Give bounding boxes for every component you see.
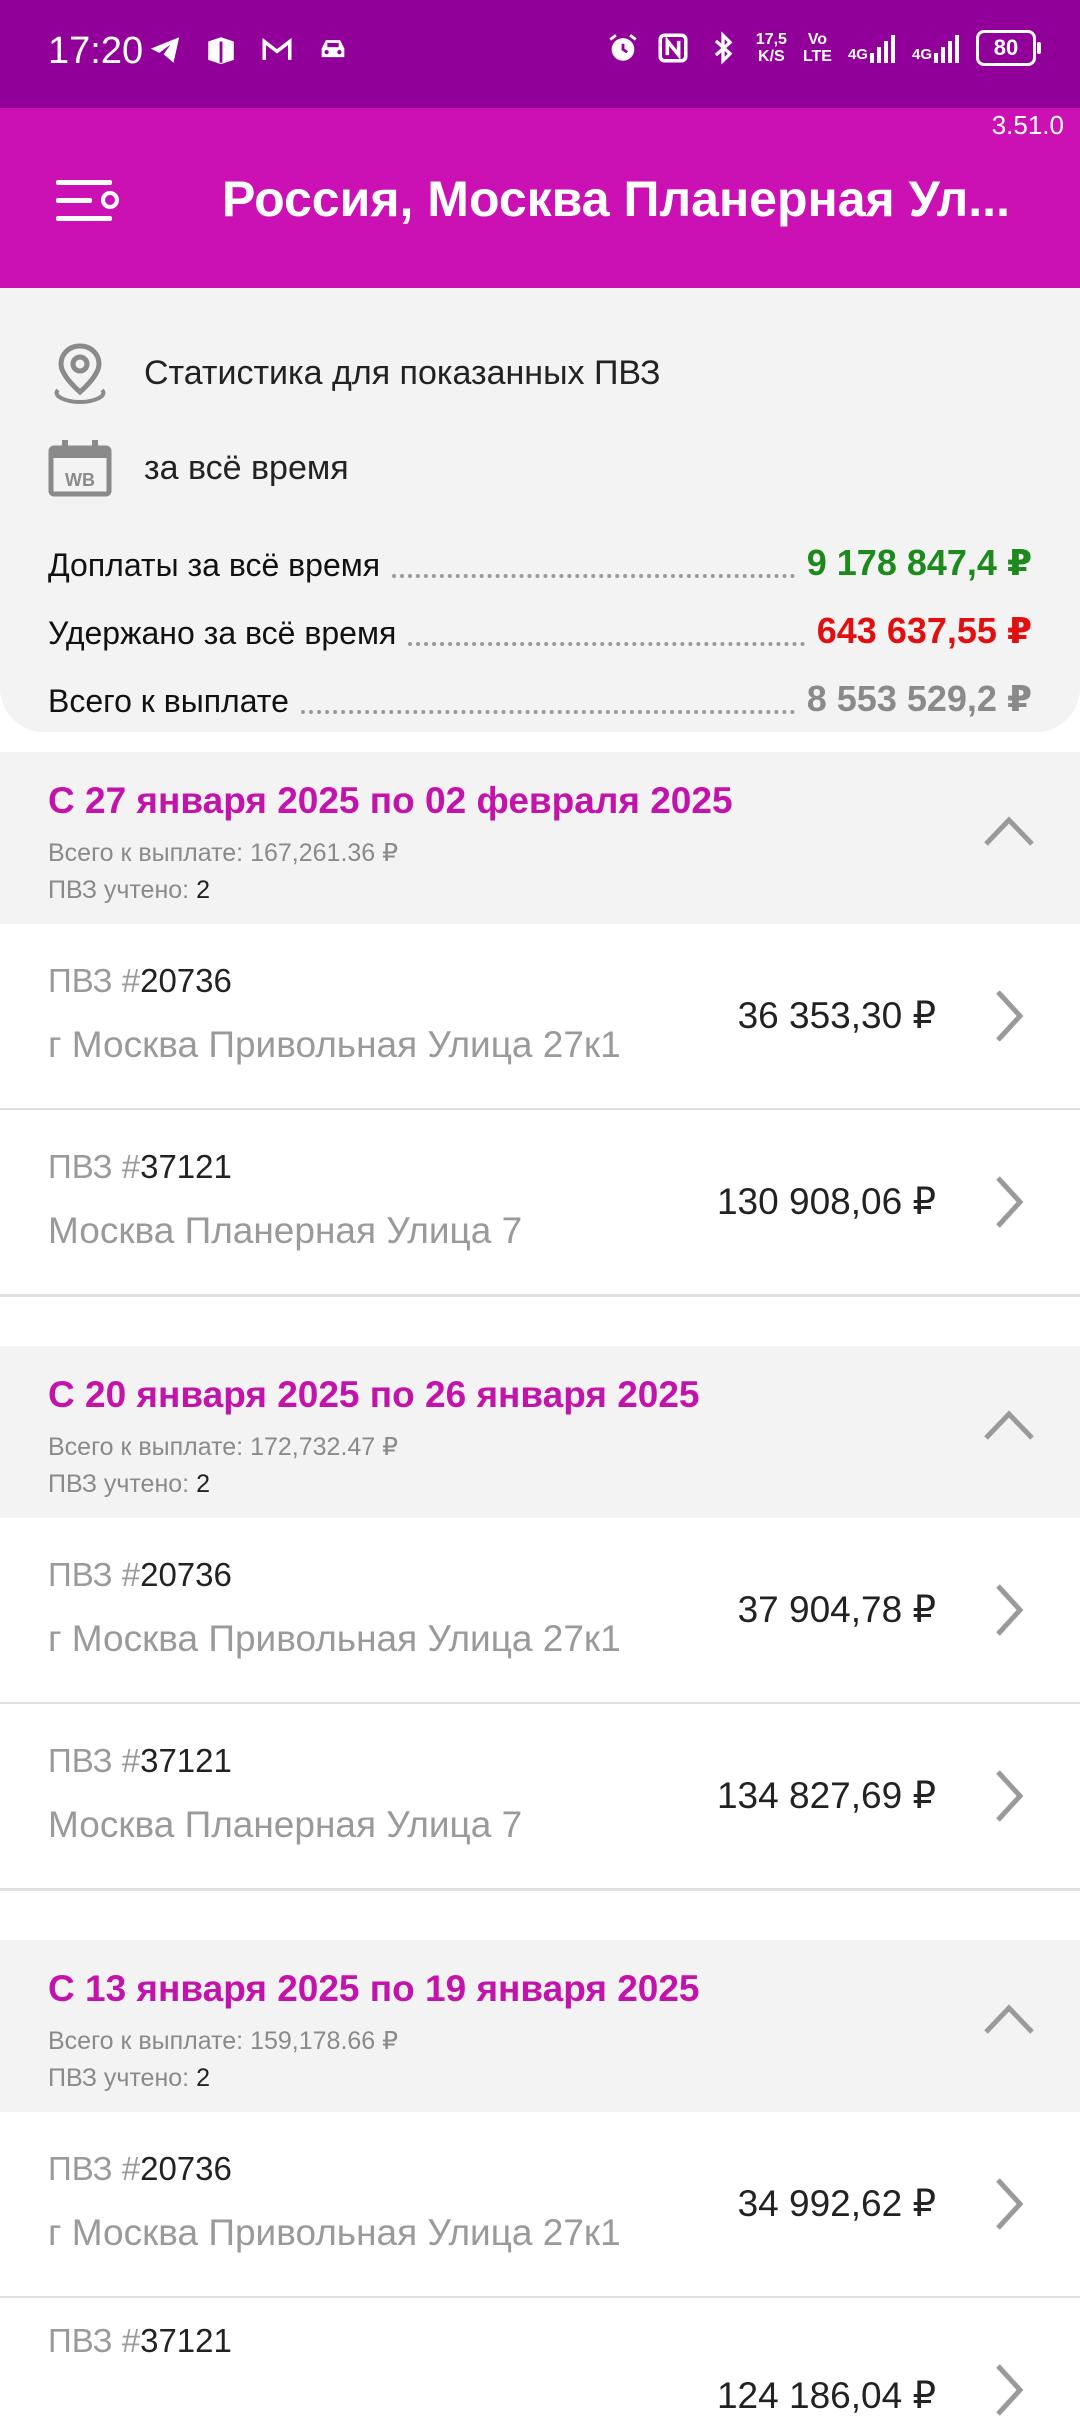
telegram-icon xyxy=(150,37,180,63)
app-bar: Россия, Москва Планерная Ул... xyxy=(0,108,1080,288)
pvz-amount: 37 904,78 ₽ xyxy=(737,1589,936,1630)
signal-2: 4G xyxy=(912,33,960,63)
period-text: за всё время xyxy=(144,448,349,487)
pvz-amount: 36 353,30 ₽ xyxy=(737,995,936,1036)
dotted-leader xyxy=(392,574,795,578)
nfc-icon xyxy=(658,33,688,63)
signal-icon xyxy=(934,35,959,63)
chevron-up-icon[interactable] xyxy=(982,812,1036,850)
dotted-leader xyxy=(408,642,805,646)
summary-card: Статистика для показанных ПВЗ WB за всё … xyxy=(0,288,1080,732)
system-icons: 17,5 K/S Vo LTE 4G 4G 80 xyxy=(606,30,1041,66)
pvz-address: г Москва Привольная Улица 27к1 xyxy=(48,1024,621,1065)
signal-1: 4G xyxy=(848,33,896,63)
pvz-address: Москва Планерная Улица 7 xyxy=(48,1804,523,1845)
pvz-amount: 134 827,69 ₽ xyxy=(716,1775,936,1816)
pvz-amount: 34 992,62 ₽ xyxy=(737,2183,936,2224)
wb-calendar-icon: WB xyxy=(48,440,112,497)
list-item[interactable]: ПВЗ #20736 г Москва Привольная Улица 27к… xyxy=(0,924,1080,1111)
week-count: ПВЗ учтено: 2 xyxy=(48,1470,210,1498)
pvz-amount: 130 908,06 ₽ xyxy=(716,1181,936,1222)
gmail-icon xyxy=(262,37,292,60)
dotted-leader xyxy=(300,710,795,714)
week-count: ПВЗ учтено: 2 xyxy=(48,2064,210,2092)
total-payout-value: 8 553 529,2 ₽ xyxy=(806,678,1032,719)
list-item[interactable]: ПВЗ #20736 г Москва Привольная Улица 27к… xyxy=(0,2112,1080,2299)
pvz-amount: 124 186,04 ₽ xyxy=(716,2375,936,2416)
pvz-id: ПВЗ #20736 xyxy=(48,2150,232,2187)
pvz-id: ПВЗ #20736 xyxy=(48,962,232,999)
bluetooth-icon xyxy=(714,31,733,65)
week-header[interactable]: С 20 января 2025 по 26 января 2025 Всего… xyxy=(0,1346,1080,1518)
list-item[interactable]: ПВЗ #20736 г Москва Привольная Улица 27к… xyxy=(0,1518,1080,1705)
menu-icon[interactable] xyxy=(56,170,120,230)
location-pin-icon xyxy=(54,343,106,405)
week-header[interactable]: С 13 января 2025 по 19 января 2025 Всего… xyxy=(0,1940,1080,2112)
week-count: ПВЗ учтено: 2 xyxy=(48,876,210,904)
page-title: Россия, Москва Планерная Ул... xyxy=(222,171,1010,227)
list-item[interactable]: ПВЗ #37121 124 186,04 ₽ xyxy=(0,2298,1080,2416)
withheld-value: 643 637,55 ₽ xyxy=(816,610,1032,651)
extra-payments-value: 9 178 847,4 ₽ xyxy=(806,542,1032,583)
list-item[interactable]: ПВЗ #37121 Москва Планерная Улица 7 130 … xyxy=(0,1110,1080,1297)
pvz-id: ПВЗ #37121 xyxy=(48,1742,232,1779)
box-icon xyxy=(208,37,234,65)
week-total: Всего к выплате: 167,261.36 ₽ xyxy=(48,839,399,867)
net-speed: 17,5 K/S xyxy=(755,31,787,65)
week-total: Всего к выплате: 172,732.47 ₽ xyxy=(48,1433,399,1461)
list-item[interactable]: ПВЗ #37121 Москва Планерная Улица 7 134 … xyxy=(0,1704,1080,1891)
pvz-id: ПВЗ #20736 xyxy=(48,1556,232,1593)
pvz-address: Москва Планерная Улица 7 xyxy=(48,1210,523,1251)
week-header[interactable]: С 27 января 2025 по 02 февраля 2025 Всег… xyxy=(0,752,1080,924)
chevron-up-icon[interactable] xyxy=(982,2000,1036,2038)
chevron-up-icon[interactable] xyxy=(982,1406,1036,1444)
total-payout-label: Всего к выплате xyxy=(48,683,289,719)
total-payout-row: Всего к выплате 8 553 529,2 ₽ xyxy=(48,678,1032,720)
chevron-right-icon xyxy=(996,1176,1024,1228)
week-title: С 27 января 2025 по 02 февраля 2025 xyxy=(48,780,733,821)
location-row[interactable]: Статистика для показанных ПВЗ xyxy=(48,340,660,406)
pvz-id: ПВЗ #37121 xyxy=(48,2322,232,2359)
battery-indicator: 80 xyxy=(976,30,1041,66)
week-title: С 20 января 2025 по 26 января 2025 xyxy=(48,1374,700,1415)
signal-icon xyxy=(869,35,895,63)
withheld-row: Удержано за всё время 643 637,55 ₽ xyxy=(48,610,1032,652)
notification-icons xyxy=(148,33,350,67)
pvz-id: ПВЗ #37121 xyxy=(48,1148,232,1185)
withheld-label: Удержано за всё время xyxy=(48,615,397,651)
extra-payments-label: Доплаты за всё время xyxy=(48,547,381,583)
status-bar: 17:20 17,5 K/S Vo LTE 4G 4G 80 xyxy=(0,0,1080,108)
app-version: 3.51.0 xyxy=(991,110,1064,140)
status-time: 17:20 xyxy=(48,30,144,72)
extra-payments-row: Доплаты за всё время 9 178 847,4 ₽ xyxy=(48,542,1032,584)
chevron-right-icon xyxy=(996,2178,1024,2230)
pvz-address: г Москва Привольная Улица 27к1 xyxy=(48,2212,621,2253)
alarm-icon xyxy=(609,34,637,61)
chevron-right-icon xyxy=(996,990,1024,1042)
chevron-right-icon xyxy=(996,2364,1024,2416)
svg-text:WB: WB xyxy=(65,470,95,490)
location-text: Статистика для показанных ПВЗ xyxy=(144,353,661,392)
chevron-right-icon xyxy=(996,1770,1024,1822)
period-row[interactable]: WB за всё время xyxy=(48,438,349,498)
pvz-address: г Москва Привольная Улица 27к1 xyxy=(48,1618,621,1659)
volte-indicator: Vo LTE xyxy=(802,31,832,65)
week-title: С 13 января 2025 по 19 января 2025 xyxy=(48,1968,700,2009)
car-icon xyxy=(321,40,345,58)
chevron-right-icon xyxy=(996,1584,1024,1636)
week-total: Всего к выплате: 159,178.66 ₽ xyxy=(48,2027,399,2055)
